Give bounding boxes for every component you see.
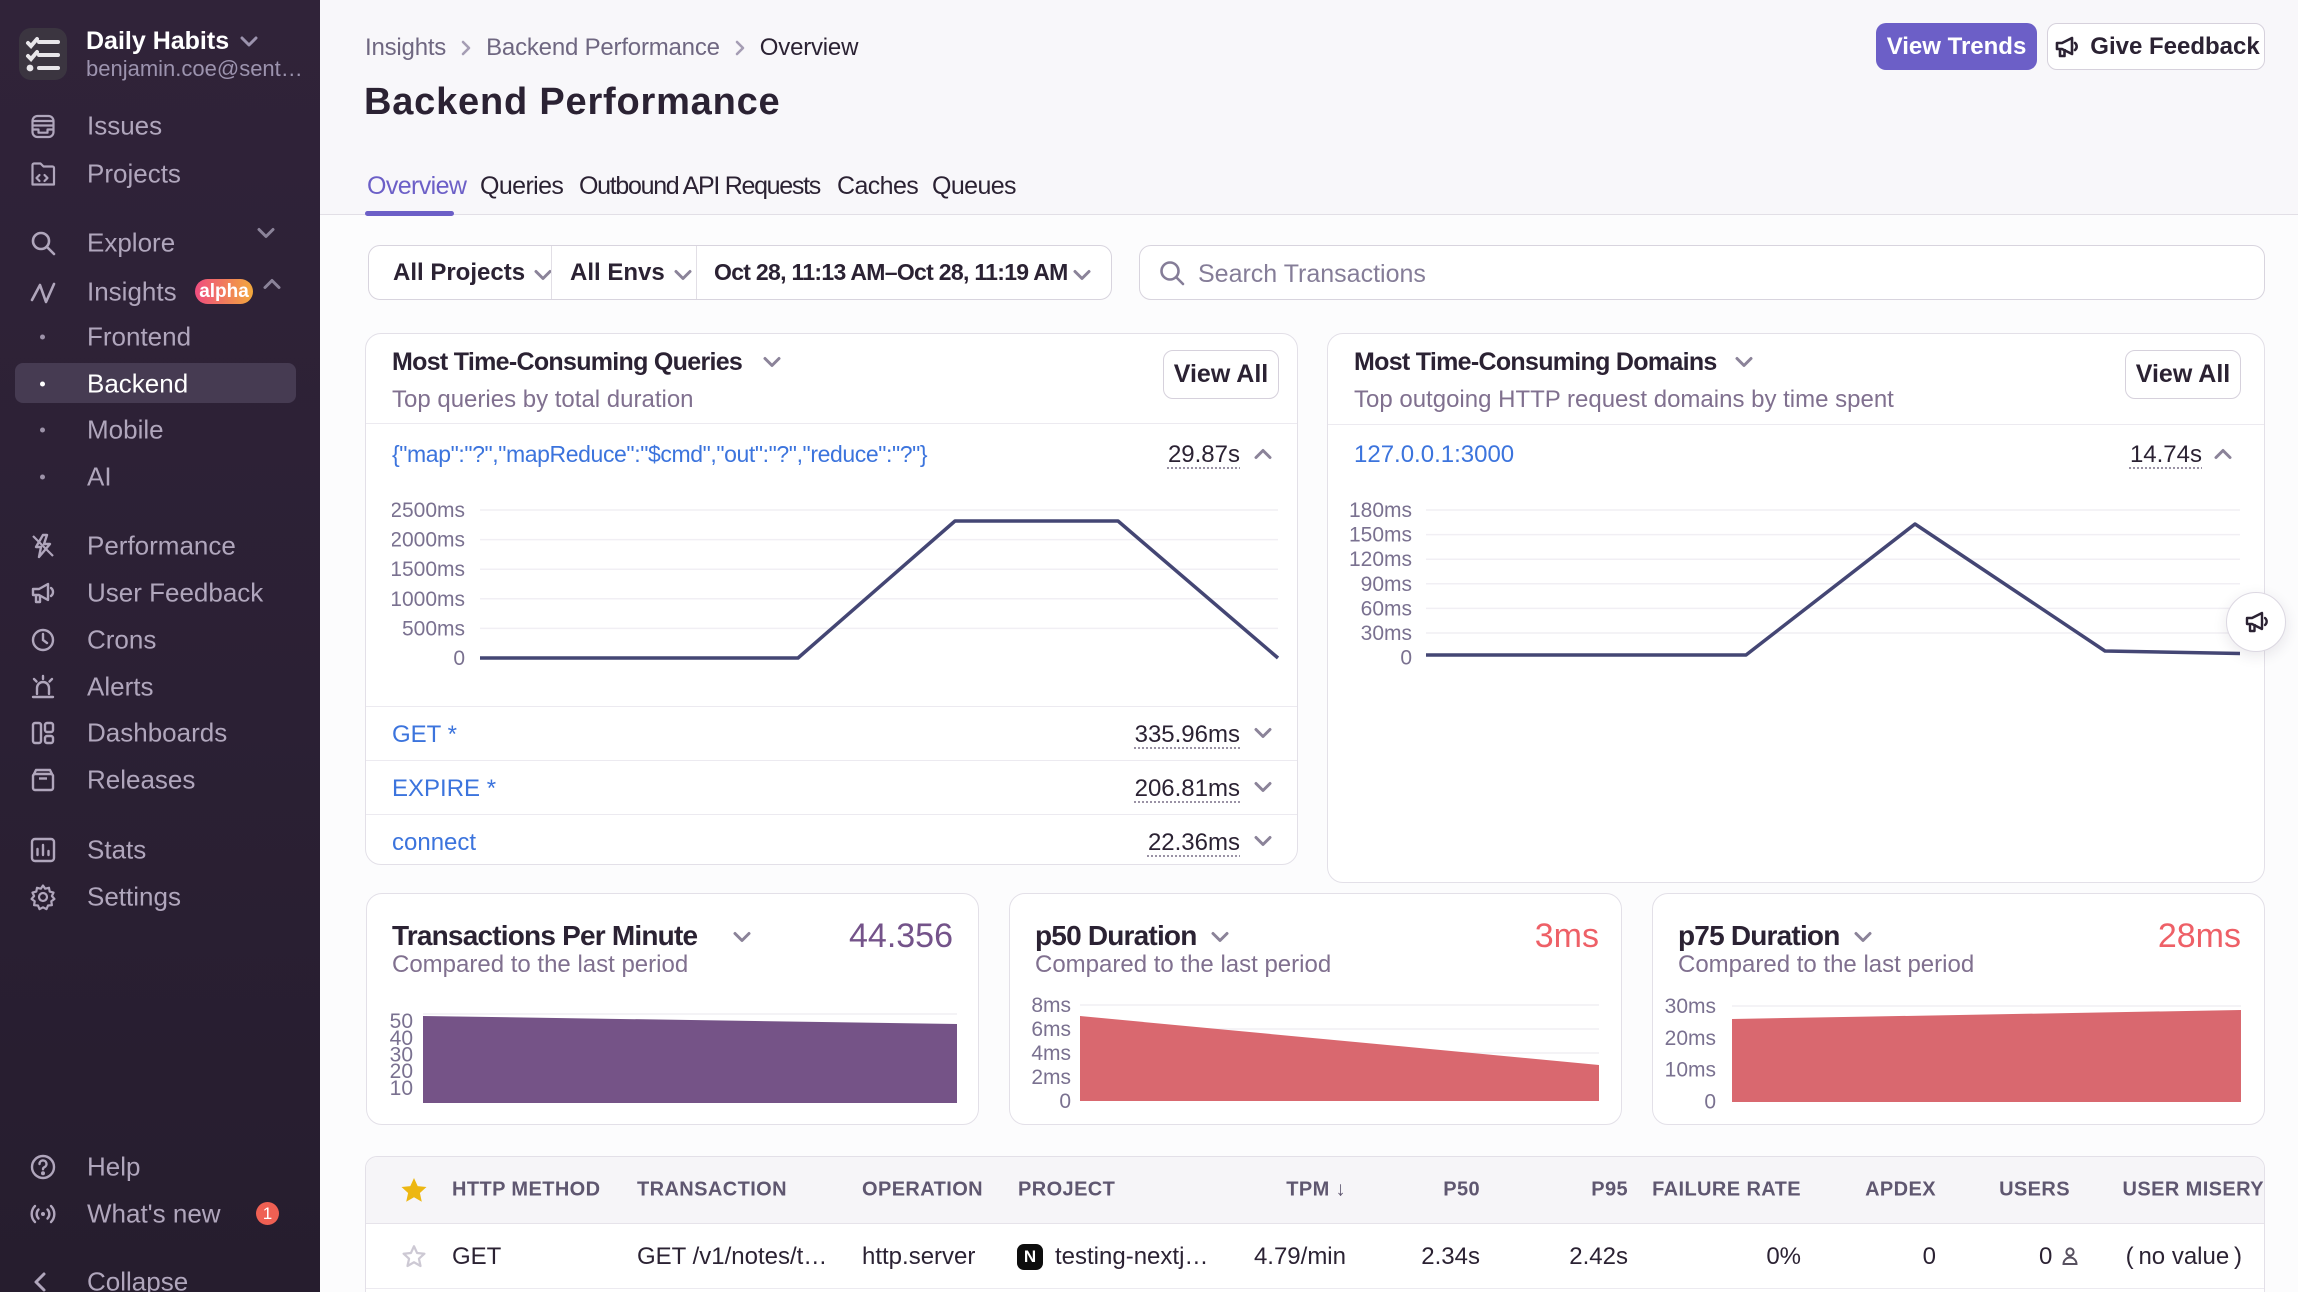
- svg-text:2500ms: 2500ms: [392, 499, 465, 522]
- svg-text:6ms: 6ms: [1031, 1018, 1071, 1041]
- svg-text:90ms: 90ms: [1361, 573, 1412, 596]
- svg-text:1500ms: 1500ms: [392, 558, 465, 581]
- svg-text:4ms: 4ms: [1031, 1042, 1071, 1065]
- svg-text:2000ms: 2000ms: [392, 529, 465, 552]
- svg-text:20ms: 20ms: [1665, 1027, 1716, 1050]
- svg-text:0: 0: [453, 647, 465, 670]
- svg-text:30ms: 30ms: [1665, 995, 1716, 1018]
- svg-text:10: 10: [390, 1077, 413, 1100]
- svg-text:180ms: 180ms: [1349, 499, 1412, 522]
- svg-text:30ms: 30ms: [1361, 622, 1412, 645]
- svg-text:2ms: 2ms: [1031, 1066, 1071, 1089]
- svg-text:1000ms: 1000ms: [392, 588, 465, 611]
- svg-text:500ms: 500ms: [402, 617, 465, 640]
- svg-text:0: 0: [1400, 647, 1412, 670]
- svg-text:120ms: 120ms: [1349, 548, 1412, 571]
- svg-text:0: 0: [1059, 1090, 1071, 1112]
- svg-text:0: 0: [1704, 1091, 1716, 1113]
- svg-text:8ms: 8ms: [1031, 994, 1071, 1017]
- svg-text:60ms: 60ms: [1361, 597, 1412, 620]
- svg-text:150ms: 150ms: [1349, 524, 1412, 547]
- svg-text:10ms: 10ms: [1665, 1059, 1716, 1082]
